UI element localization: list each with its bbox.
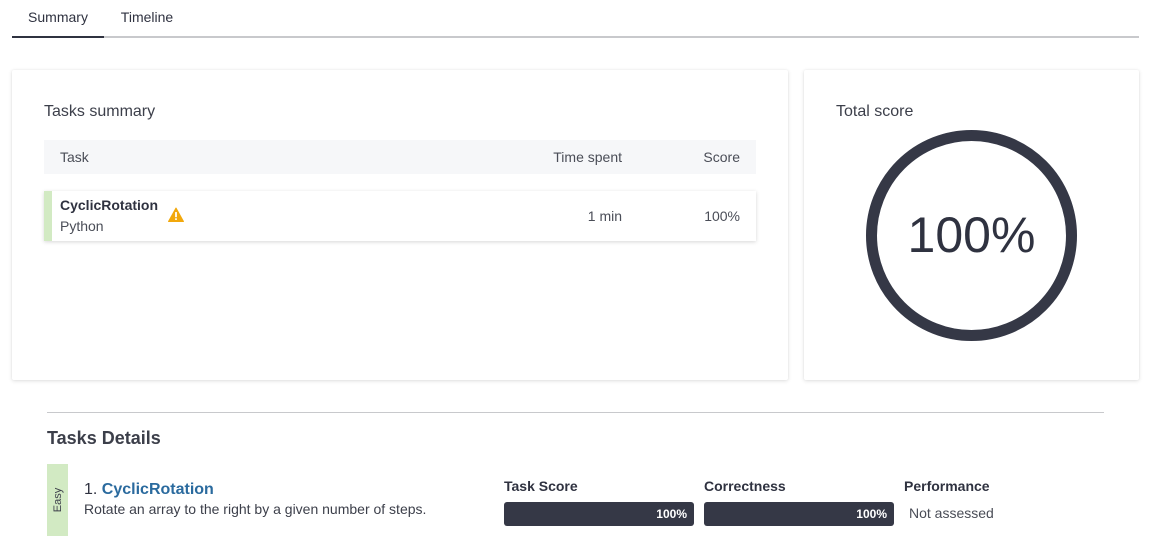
warning-icon[interactable] [168,207,184,223]
table-row[interactable]: CyclicRotation Python 1 min 100% [44,191,756,241]
total-score-card: Total score 100% [804,70,1139,380]
tasks-table-header: Task Time spent Score [44,140,756,174]
performance-label: Performance [904,478,990,494]
tasks-summary-title: Tasks summary [44,103,156,120]
performance-value: Not assessed [909,505,994,521]
correctness-value: 100% [856,507,887,521]
tab-bar: Summary Timeline [12,0,1139,38]
correctness-bar: 100% [704,502,894,526]
task-score: 100% [704,208,740,224]
correctness-label: Correctness [704,478,786,494]
task-detail-heading: 1. CyclicRotation [84,481,214,499]
task-time-spent: 1 min [587,208,622,224]
task-name: CyclicRotation [60,197,159,213]
tasks-summary-card: Tasks summary Task Time spent Score Cycl… [12,70,788,380]
section-divider [47,412,1104,413]
column-header-time-spent: Time spent [553,149,622,165]
tab-timeline[interactable]: Timeline [104,0,190,38]
task-score-bar: 100% [504,502,694,526]
task-score-value: 100% [656,507,687,521]
task-language: Python [60,218,104,234]
column-header-task: Task [60,149,89,165]
difficulty-badge: Easy [47,464,68,536]
task-number: 1. [84,481,98,498]
column-header-score: Score [703,149,740,165]
total-score-value: 100% [907,207,1036,263]
tasks-details-title: Tasks Details [47,428,161,448]
task-description: Rotate an array to the right by a given … [84,501,427,517]
total-score-title: Total score [836,103,914,120]
tab-summary[interactable]: Summary [12,0,104,38]
task-detail-link[interactable]: CyclicRotation [102,481,214,498]
task-score-label: Task Score [504,478,578,494]
difficulty-label: Easy [51,487,64,513]
